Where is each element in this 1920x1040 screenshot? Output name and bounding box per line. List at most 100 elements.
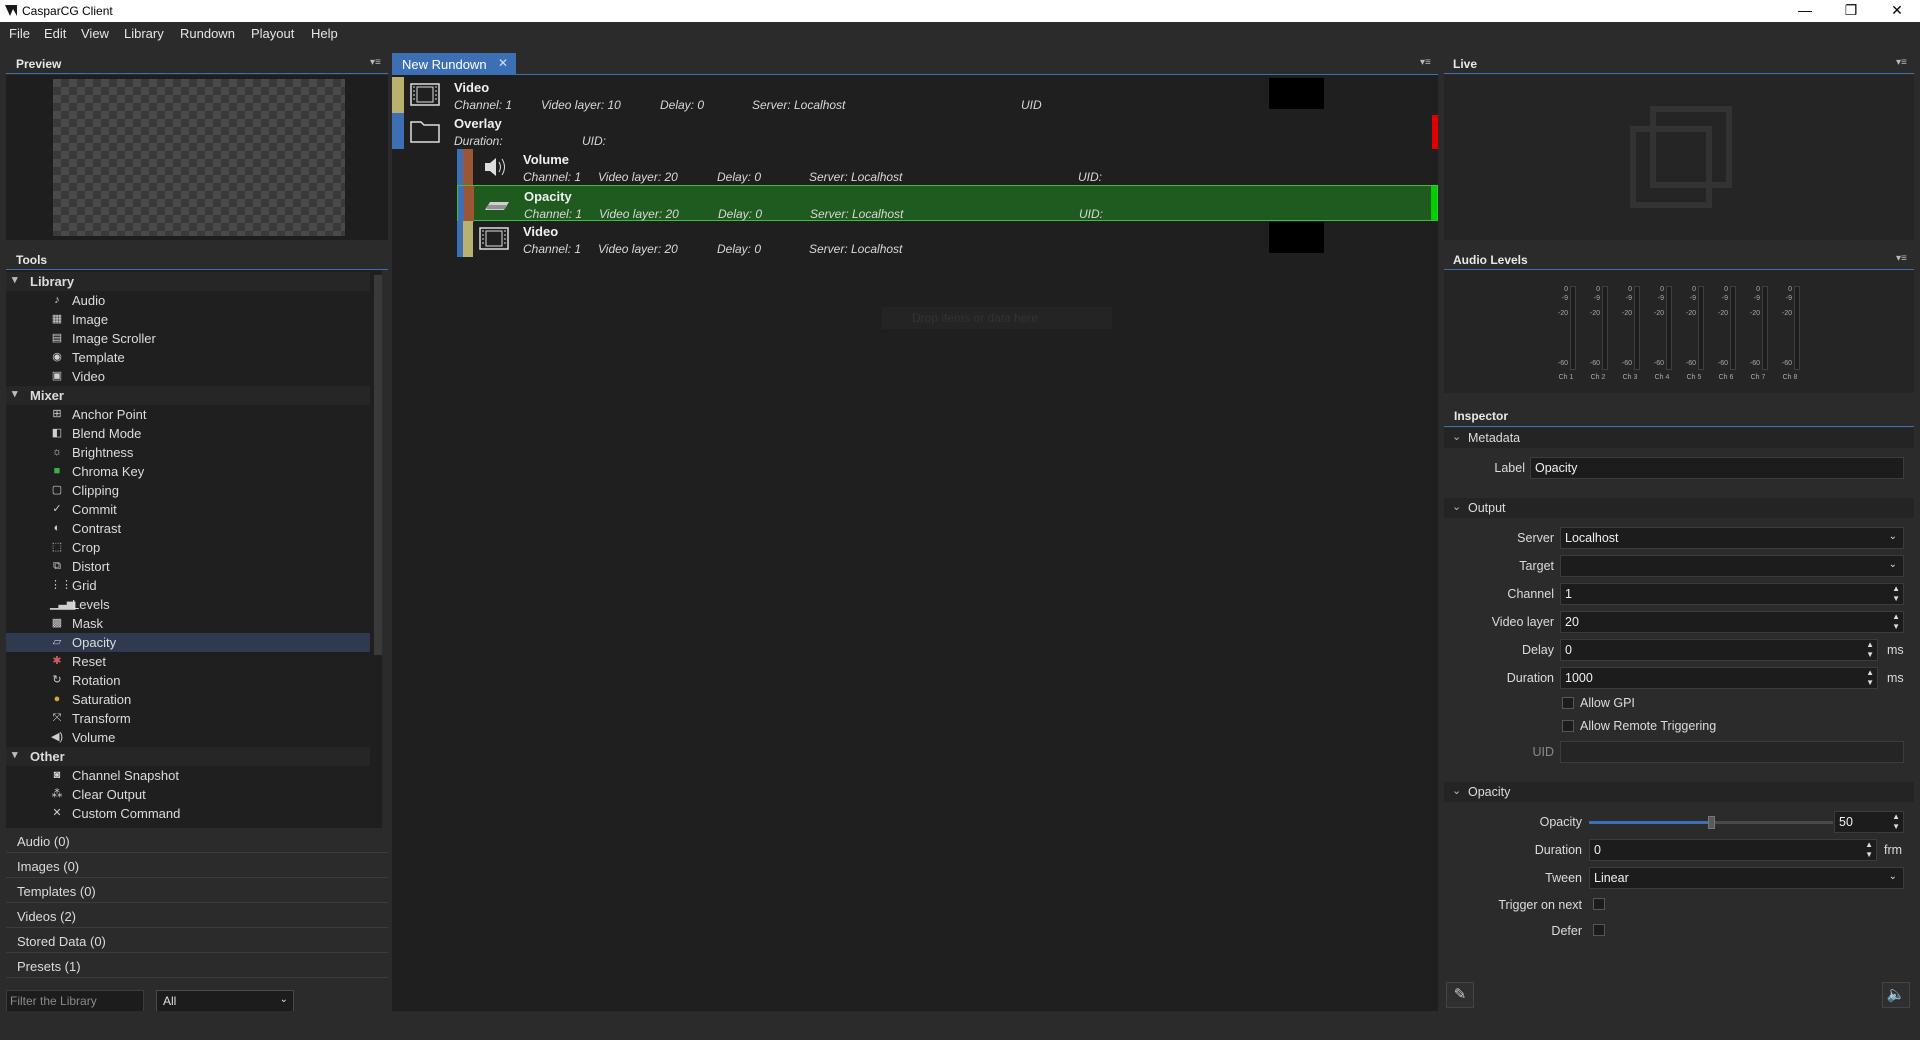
menu-rundown[interactable]: Rundown xyxy=(180,26,235,41)
video-layer-spinbox[interactable]: 20 ▲ ▼ xyxy=(1560,611,1904,633)
group-metadata[interactable]: ⌄ Metadata xyxy=(1444,428,1914,448)
tree-category-other[interactable]: ▾ Other xyxy=(6,747,370,766)
tool-clipping[interactable]: ▢ Clipping xyxy=(6,481,370,500)
preview-dock-menu-icon[interactable]: ▾≡ xyxy=(370,57,381,68)
spin-arrows-icon[interactable]: ▲ ▼ xyxy=(1892,612,1900,632)
opacity-duration-spinbox[interactable]: 0 ▲ ▼ xyxy=(1589,839,1877,861)
library-type-select[interactable]: All ⌄ xyxy=(156,990,294,1012)
library-section-audio[interactable]: Audio (0) xyxy=(6,828,388,853)
chevron-down-icon[interactable]: ⌄ xyxy=(1452,784,1461,797)
spin-arrows-icon[interactable]: ▲ ▼ xyxy=(1866,668,1874,688)
tool-distort[interactable]: ⧉ Distort xyxy=(6,557,370,576)
tree-category-library[interactable]: ▾ Library xyxy=(6,272,370,291)
tween-select[interactable]: Linear ⌄ xyxy=(1589,867,1904,889)
preview-area xyxy=(6,75,388,240)
speaker-icon[interactable]: 🔈 xyxy=(1882,982,1910,1008)
library-filter-input[interactable]: Filter the Library xyxy=(6,990,144,1012)
menu-playout[interactable]: Playout xyxy=(251,26,294,41)
channel-spinbox[interactable]: 1 ▲ ▼ xyxy=(1560,583,1904,605)
tool-grid[interactable]: ⋮⋮ Grid xyxy=(6,576,370,595)
opacity-slider-handle[interactable] xyxy=(1708,816,1715,829)
library-section-presets[interactable]: Presets (1) xyxy=(6,953,388,978)
group-output[interactable]: ⌄ Output xyxy=(1444,498,1914,518)
menu-library[interactable]: Library xyxy=(124,26,164,41)
live-dock-menu-icon[interactable]: ▾≡ xyxy=(1896,57,1907,68)
tool-audio[interactable]: ♪ Audio xyxy=(6,291,370,310)
expand-arrow-icon[interactable]: ▾ xyxy=(12,273,18,286)
trigger-on-next-checkbox[interactable] xyxy=(1593,898,1605,910)
defer-checkbox[interactable] xyxy=(1593,924,1605,936)
tool-contrast[interactable]: ◐ Contrast xyxy=(6,519,370,538)
tool-saturation[interactable]: ● Saturation xyxy=(6,690,370,709)
chevron-down-icon[interactable]: ⌄ xyxy=(1452,500,1461,513)
audio-dock-menu-icon[interactable]: ▾≡ xyxy=(1896,253,1907,264)
tab-new-rundown[interactable]: New Rundown ✕ xyxy=(392,53,516,75)
library-section-images[interactable]: Images (0) xyxy=(6,853,388,878)
spin-arrows-icon[interactable]: ▲ ▼ xyxy=(1892,812,1900,832)
library-section-videos[interactable]: Videos (2) xyxy=(6,903,388,928)
rundown-list[interactable]: Video Channel: 1 Video layer: 10 Delay: … xyxy=(392,75,1438,1011)
tool-custom-command[interactable]: ✕ Custom Command xyxy=(6,804,370,823)
expand-arrow-icon[interactable]: ▾ xyxy=(12,748,18,761)
meter-channel-label: Ch 2 xyxy=(1590,374,1606,381)
rundown-item-opacity[interactable]: Opacity Channel: 1 Video layer: 20 Delay… xyxy=(457,185,1438,222)
close-button[interactable]: ✕ xyxy=(1874,0,1920,22)
label-field[interactable]: Opacity xyxy=(1530,457,1904,479)
rundown-item-video-2[interactable]: Video Channel: 1 Video layer: 20 Delay: … xyxy=(457,221,1438,257)
server-select[interactable]: Localhost ⌄ xyxy=(1560,527,1904,549)
tool-clear-output[interactable]: ⁂ Clear Output xyxy=(6,785,370,804)
close-tab-icon[interactable]: ✕ xyxy=(498,56,508,70)
rundown-dock-menu-icon[interactable]: ▾≡ xyxy=(1420,57,1431,68)
tool-volume[interactable]: ◀) Volume xyxy=(6,728,370,747)
tool-commit[interactable]: ✓ Commit xyxy=(6,500,370,519)
tool-channel-snapshot[interactable]: ◙ Channel Snapshot xyxy=(6,766,370,785)
spin-arrows-icon[interactable]: ▲ ▼ xyxy=(1866,640,1874,660)
library-section-stored-data[interactable]: Stored Data (0) xyxy=(6,928,388,953)
meter-bar xyxy=(1666,286,1672,370)
tool-brightness[interactable]: ☼ Brightness xyxy=(6,443,370,462)
group-opacity[interactable]: ⌄ Opacity xyxy=(1444,782,1914,802)
tool-levels[interactable]: ▁▃▅ Levels xyxy=(6,595,370,614)
duration-spinbox[interactable]: 1000 ▲ ▼ xyxy=(1560,667,1878,689)
tool-image-scroller[interactable]: ▤ Image Scroller xyxy=(6,329,370,348)
menu-view[interactable]: View xyxy=(81,26,109,41)
tool-crop[interactable]: ⬚ Crop xyxy=(6,538,370,557)
rundown-item-volume[interactable]: Volume Channel: 1 Video layer: 20 Delay:… xyxy=(457,149,1438,185)
target-select[interactable]: ⌄ xyxy=(1560,555,1904,577)
spin-arrows-icon[interactable]: ▲ ▼ xyxy=(1892,584,1900,604)
tool-chroma-key[interactable]: ■ Chroma Key xyxy=(6,462,370,481)
opacity-spinbox[interactable]: 50 ▲ ▼ xyxy=(1834,811,1904,833)
tool-transform[interactable]: ⤧ Transform xyxy=(6,709,370,728)
tool-template[interactable]: ◉ Template xyxy=(6,348,370,367)
tool-opacity[interactable]: ▱ Opacity xyxy=(6,633,370,652)
pin-icon[interactable]: ✎ xyxy=(1446,982,1474,1008)
rundown-item-overlay[interactable]: Overlay Duration: UID: xyxy=(392,113,1438,149)
tool-anchor-point[interactable]: ⊞ Anchor Point xyxy=(6,405,370,424)
tool-video[interactable]: ▣ Video xyxy=(6,367,370,386)
menu-file[interactable]: File xyxy=(9,26,30,41)
tools-scrollbar[interactable] xyxy=(374,275,382,655)
inspector-header-line xyxy=(1444,426,1914,427)
chevron-down-icon[interactable]: ⌄ xyxy=(1452,430,1461,443)
maximize-button[interactable]: ❐ xyxy=(1828,0,1874,22)
spin-arrows-icon[interactable]: ▲ ▼ xyxy=(1865,840,1873,860)
tree-category-mixer[interactable]: ▾ Mixer xyxy=(6,386,370,405)
opacity-slider[interactable] xyxy=(1589,816,1833,829)
minimize-button[interactable]: — xyxy=(1782,0,1828,22)
library-section-templates[interactable]: Templates (0) xyxy=(6,878,388,903)
tween-caption: Tween xyxy=(1545,871,1582,885)
tool-mask[interactable]: ▩ Mask xyxy=(6,614,370,633)
menu-edit[interactable]: Edit xyxy=(44,26,66,41)
menu-help[interactable]: Help xyxy=(311,26,338,41)
tool-reset[interactable]: ✱ Reset xyxy=(6,652,370,671)
allow-gpi-checkbox[interactable] xyxy=(1562,697,1574,709)
rundown-item-video[interactable]: Video Channel: 1 Video layer: 10 Delay: … xyxy=(392,77,1438,113)
tool-rotation[interactable]: ↻ Rotation xyxy=(6,671,370,690)
preview-header-line xyxy=(6,73,388,74)
audio-meter-ch8: 0 -9 -20 -60 Ch 8 xyxy=(1778,284,1802,384)
tool-blend-mode[interactable]: ◧ Blend Mode xyxy=(6,424,370,443)
tool-image[interactable]: ▦ Image xyxy=(6,310,370,329)
delay-spinbox[interactable]: 0 ▲ ▼ xyxy=(1560,639,1878,661)
expand-arrow-icon[interactable]: ▾ xyxy=(12,387,18,400)
allow-remote-checkbox[interactable] xyxy=(1562,720,1574,732)
